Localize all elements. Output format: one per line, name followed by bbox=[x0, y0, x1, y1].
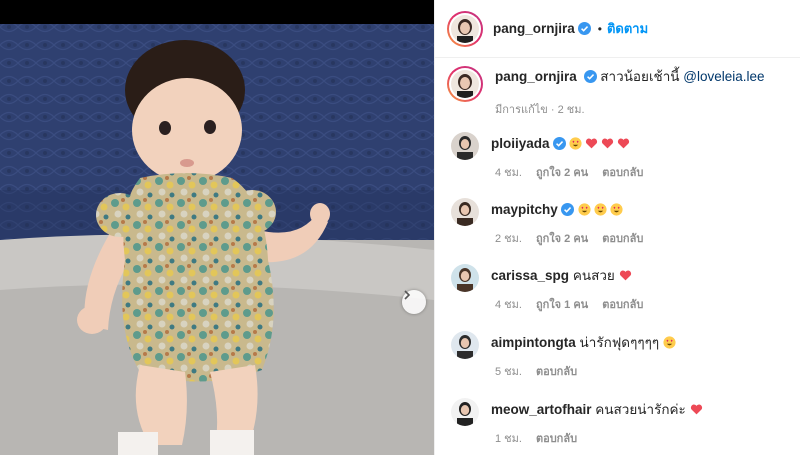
comment-text: คนสวย bbox=[572, 268, 615, 283]
caption-row: pang_ornjira สาวน้อยเช้านี้ @loveleia.le… bbox=[447, 66, 793, 102]
reply-button[interactable]: ตอบกลับ bbox=[536, 429, 577, 447]
comment-likes[interactable]: ถูกใจ 2 คน bbox=[536, 229, 588, 247]
verified-badge-icon bbox=[577, 22, 591, 35]
author-avatar[interactable] bbox=[447, 11, 483, 47]
comment-text: คนสวยน่ารักค่ะ bbox=[595, 402, 686, 417]
commenter-username[interactable]: ploiiyada bbox=[491, 136, 550, 151]
comment-row: ploiiyada bbox=[447, 132, 793, 160]
author-username[interactable]: pang_ornjira bbox=[493, 21, 575, 36]
post-header: pang_ornjira • ติดตาม bbox=[435, 0, 800, 58]
commenter-avatar[interactable] bbox=[451, 398, 479, 426]
heart-emoji-icon bbox=[601, 136, 617, 151]
heart-eyes-emoji-icon bbox=[593, 202, 610, 217]
follow-button[interactable]: ติดตาม bbox=[607, 18, 648, 39]
chevron-right-icon bbox=[404, 290, 411, 300]
heart-emoji-icon bbox=[585, 136, 601, 151]
comment-row: aimpintongta น่ารักฟุดๆๆๆๆ bbox=[447, 331, 793, 359]
comment-likes[interactable]: ถูกใจ 2 คน bbox=[536, 163, 588, 181]
reply-button[interactable]: ตอบกลับ bbox=[602, 295, 643, 313]
post-side-panel: pang_ornjira • ติดตาม pang_ornjira สาวน้… bbox=[434, 0, 800, 455]
comment-time: 4 ชม. bbox=[495, 299, 522, 311]
comment-row: meow_artofhair คนสวยน่ารักค่ะ bbox=[447, 398, 793, 426]
post-photo[interactable] bbox=[0, 0, 434, 455]
heart-eyes-emoji-icon bbox=[663, 335, 679, 350]
commenter-avatar[interactable] bbox=[451, 132, 479, 160]
commenter-username[interactable]: meow_artofhair bbox=[491, 402, 592, 417]
heart-eyes-emoji-icon bbox=[577, 202, 594, 217]
baby-photo-illustration bbox=[0, 0, 434, 455]
commenter-avatar[interactable] bbox=[451, 331, 479, 359]
comment-time: 2 ชม. bbox=[495, 233, 522, 245]
comment-meta: 4 ชม. ถูกใจ 2 คน ตอบกลับ bbox=[495, 163, 643, 181]
reply-button[interactable]: ตอบกลับ bbox=[536, 362, 577, 380]
comment-row: carissa_spg คนสวย bbox=[447, 264, 793, 292]
caption-avatar[interactable] bbox=[447, 66, 483, 102]
heart-emoji-icon bbox=[690, 402, 706, 417]
heart-emoji-icon bbox=[617, 136, 633, 151]
reply-button[interactable]: ตอบกลับ bbox=[602, 229, 643, 247]
verified-badge-icon bbox=[583, 70, 597, 83]
comment-meta: 1 ชม. ตอบกลับ bbox=[495, 429, 577, 447]
comment-row: maypitchy bbox=[447, 198, 793, 226]
reply-button[interactable]: ตอบกลับ bbox=[602, 163, 643, 181]
commenter-avatar[interactable] bbox=[451, 198, 479, 226]
heart-eyes-emoji-icon bbox=[569, 136, 585, 151]
verified-badge-icon bbox=[552, 137, 566, 150]
commenter-username[interactable]: carissa_spg bbox=[491, 268, 569, 283]
comment-likes[interactable]: ถูกใจ 1 คน bbox=[536, 295, 588, 313]
caption-username[interactable]: pang_ornjira bbox=[495, 69, 577, 84]
caption-edited: มีการแก้ไข · 2 ชม. bbox=[495, 104, 585, 116]
comment-meta: 4 ชม. ถูกใจ 1 คน ตอบกลับ bbox=[495, 295, 643, 313]
comment-meta: 2 ชม. ถูกใจ 2 คน ตอบกลับ bbox=[495, 229, 643, 247]
next-image-button[interactable] bbox=[402, 290, 426, 314]
commenter-username[interactable]: maypitchy bbox=[491, 202, 558, 217]
caption-text: สาวน้อยเช้านี้ bbox=[600, 69, 680, 84]
verified-badge-icon bbox=[560, 203, 574, 216]
caption-meta: มีการแก้ไข · 2 ชม. bbox=[495, 100, 585, 118]
heart-eyes-emoji-icon bbox=[609, 202, 626, 217]
separator-dot: • bbox=[597, 21, 602, 36]
comment-time: 4 ชม. bbox=[495, 167, 522, 179]
comment-meta: 5 ชม. ตอบกลับ bbox=[495, 362, 577, 380]
comment-time: 5 ชม. bbox=[495, 366, 522, 378]
comment-text: น่ารักฟุดๆๆๆๆ bbox=[579, 335, 660, 350]
comment-time: 1 ชม. bbox=[495, 433, 522, 445]
commenter-username[interactable]: aimpintongta bbox=[491, 335, 576, 350]
heart-emoji-icon bbox=[619, 268, 635, 283]
commenter-avatar[interactable] bbox=[451, 264, 479, 292]
caption-mention[interactable]: @loveleia.lee bbox=[683, 69, 764, 84]
